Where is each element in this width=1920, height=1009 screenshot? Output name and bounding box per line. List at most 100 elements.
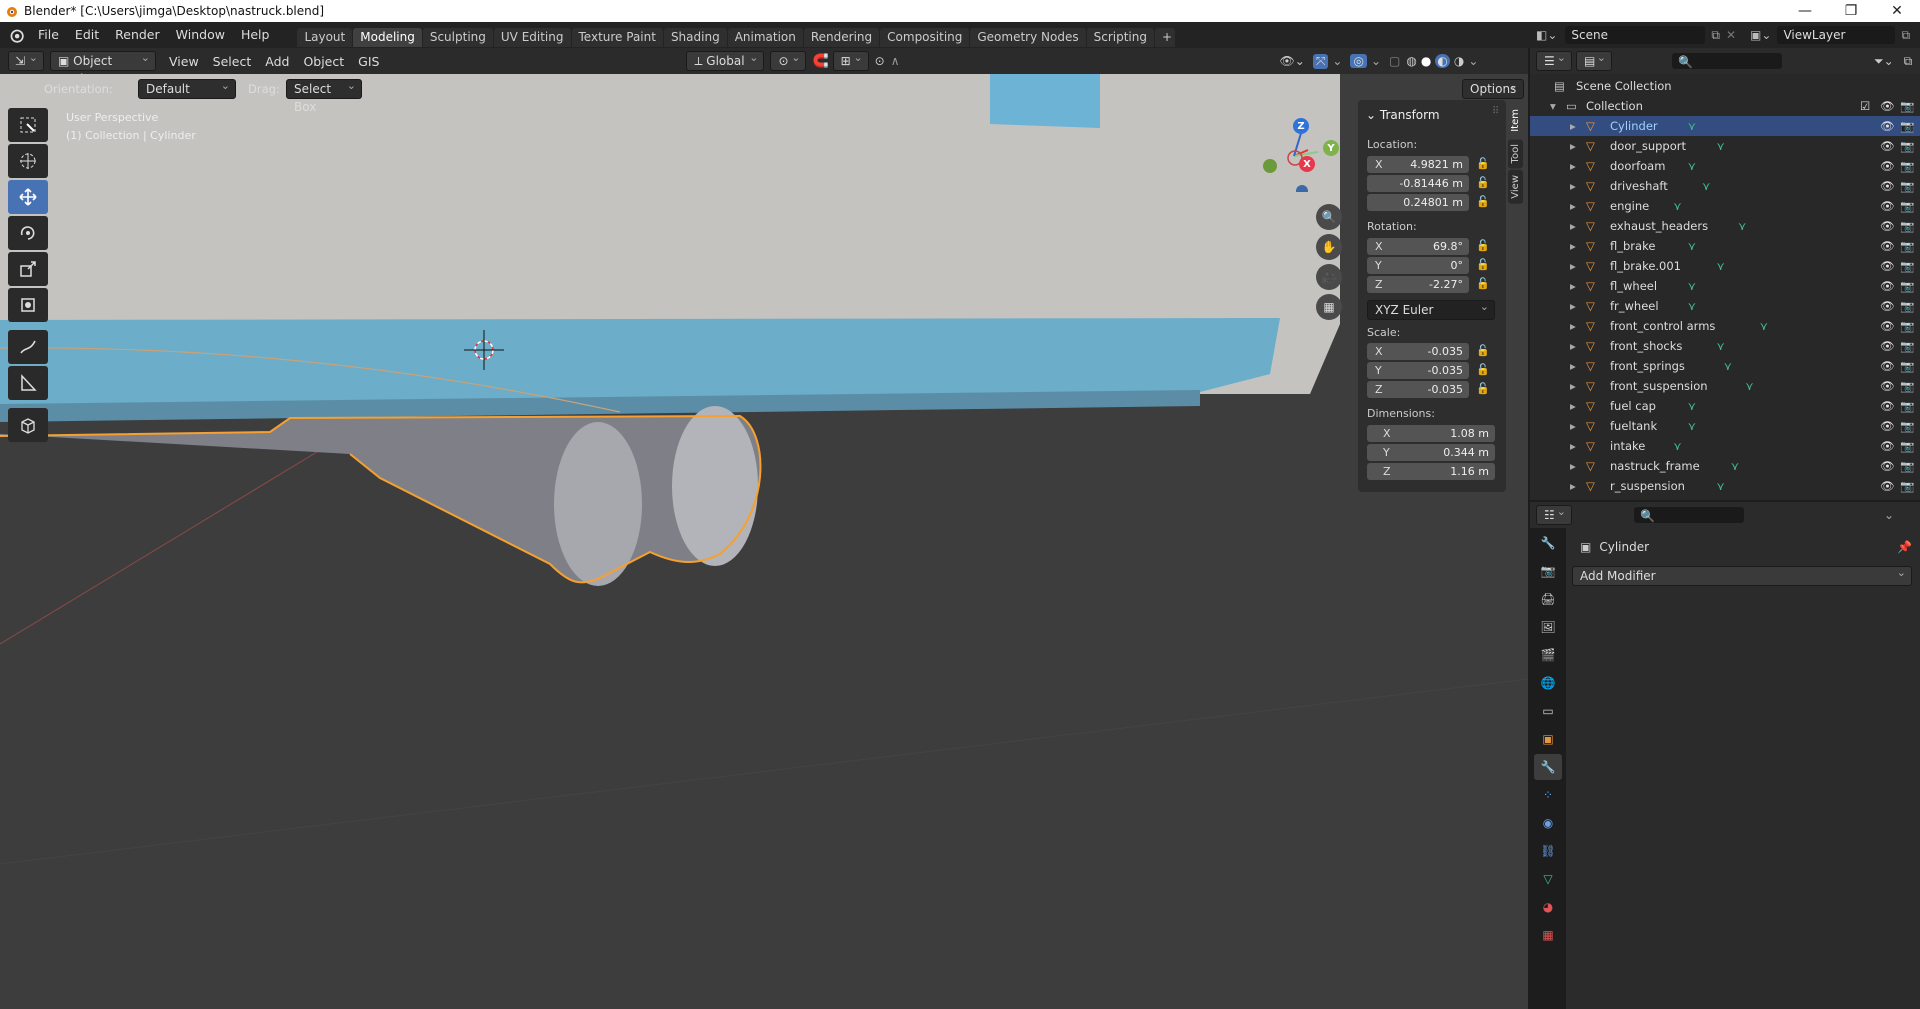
lock-icon[interactable]: 🔓 bbox=[1476, 176, 1490, 190]
properties-editor-type[interactable]: ☷ bbox=[1536, 503, 1572, 525]
tab-geometry-nodes[interactable]: Geometry Nodes bbox=[970, 27, 1086, 47]
transform-orientation-dropdown[interactable]: ⟂ Global bbox=[686, 49, 765, 71]
outliner-editor-type[interactable]: ☰ bbox=[1536, 49, 1572, 71]
visibility-icon[interactable]: 👁⌄ bbox=[1280, 54, 1305, 68]
scene-icon[interactable]: ◧⌄ bbox=[1536, 28, 1557, 42]
render-camera-icon[interactable]: 📷 bbox=[1900, 416, 1914, 436]
eye-icon[interactable]: 👁 bbox=[1880, 136, 1895, 156]
xray-icon[interactable]: ▢ bbox=[1389, 54, 1400, 68]
eye-icon[interactable]: 👁 bbox=[1880, 256, 1895, 276]
expand-arrow-icon[interactable]: ▸ bbox=[1570, 116, 1576, 136]
pivot-dropdown[interactable]: ⊙ bbox=[770, 49, 807, 71]
options-dropdown[interactable]: Options bbox=[1462, 77, 1524, 99]
outliner-item[interactable]: ▸ ▽ nastruck_frame ⋎ 👁 📷 bbox=[1530, 456, 1920, 476]
eye-icon[interactable]: 👁 bbox=[1880, 176, 1895, 196]
remove-scene-icon[interactable]: ✕ bbox=[1726, 28, 1736, 42]
expand-arrow-icon[interactable]: ▸ bbox=[1570, 236, 1576, 256]
dimensions-y-field[interactable]: Y 0.344 m bbox=[1367, 444, 1495, 461]
expand-arrow-icon[interactable]: ▸ bbox=[1570, 436, 1576, 456]
menu-render[interactable]: Render bbox=[107, 22, 168, 48]
render-camera-icon[interactable]: 📷 bbox=[1900, 216, 1914, 236]
location-y-field[interactable]: -0.81446 m bbox=[1367, 175, 1469, 192]
outliner-item[interactable]: ▸ ▽ front_springs ⋎ 👁 📷 bbox=[1530, 356, 1920, 376]
select-box-tool[interactable] bbox=[8, 108, 48, 142]
zoom-icon[interactable]: 🔍 bbox=[1316, 204, 1342, 230]
render-camera-icon[interactable]: 📷 bbox=[1900, 396, 1914, 416]
gizmo-y-axis[interactable]: Y bbox=[1323, 140, 1339, 156]
outliner-item[interactable]: ▸ ▽ doorfoam ⋎ 👁 📷 bbox=[1530, 156, 1920, 176]
lock-icon[interactable]: 🔓 bbox=[1476, 239, 1490, 253]
expand-arrow-icon[interactable]: ▸ bbox=[1570, 396, 1576, 416]
drag-dropdown[interactable]: Select Box bbox=[286, 77, 362, 114]
eye-icon[interactable]: 👁 bbox=[1880, 456, 1895, 476]
eye-icon[interactable]: 👁 bbox=[1880, 376, 1895, 396]
filter-icon[interactable]: ⏷⌄ bbox=[1874, 54, 1894, 69]
scale-y-field[interactable]: Y -0.035 bbox=[1367, 362, 1469, 379]
expand-arrow-icon[interactable]: ▸ bbox=[1570, 216, 1576, 236]
expand-arrow-icon[interactable]: ▸ bbox=[1570, 156, 1576, 176]
eye-icon[interactable]: 👁 bbox=[1880, 336, 1895, 356]
expand-arrow-icon[interactable]: ▸ bbox=[1570, 136, 1576, 156]
eye-icon[interactable]: 👁 bbox=[1880, 476, 1895, 496]
eye-icon[interactable]: 👁 bbox=[1880, 276, 1895, 296]
render-camera-icon[interactable]: 📷 bbox=[1900, 236, 1914, 256]
eye-icon[interactable]: 👁 bbox=[1880, 416, 1895, 436]
transform-tool[interactable] bbox=[8, 288, 48, 322]
scene-name-field[interactable]: Scene bbox=[1565, 26, 1706, 44]
annotate-tool[interactable] bbox=[8, 330, 48, 364]
render-camera-icon[interactable]: 📷 bbox=[1900, 116, 1914, 136]
output-props-tab[interactable]: 🖨 bbox=[1534, 586, 1562, 612]
properties-search-input[interactable]: 🔍 bbox=[1634, 507, 1744, 523]
rendered-shading-icon[interactable]: ◑ bbox=[1454, 54, 1464, 68]
eye-icon[interactable]: 👁 bbox=[1880, 296, 1895, 316]
tab-modeling[interactable]: Modeling bbox=[353, 27, 422, 47]
lock-icon[interactable]: 🔓 bbox=[1476, 195, 1490, 209]
render-camera-icon[interactable]: 📷 bbox=[1900, 296, 1914, 316]
outliner-item[interactable]: ▸ ▽ front_shocks ⋎ 👁 📷 bbox=[1530, 336, 1920, 356]
move-tool[interactable] bbox=[8, 180, 48, 214]
material-props-tab[interactable]: ◕ bbox=[1534, 894, 1562, 920]
viewlayer-name-field[interactable]: ViewLayer bbox=[1777, 26, 1896, 44]
menu-help[interactable]: Help bbox=[233, 22, 278, 48]
particles-props-tab[interactable]: ⁘ bbox=[1534, 782, 1562, 808]
eye-icon[interactable]: 👁 bbox=[1880, 356, 1895, 376]
tab-sculpting[interactable]: Sculpting bbox=[422, 27, 493, 47]
expand-arrow-icon[interactable]: ▸ bbox=[1570, 176, 1576, 196]
constraints-props-tab[interactable]: ⛓ bbox=[1534, 838, 1562, 864]
outliner-item[interactable]: ▸ ▽ exhaust_headers ⋎ 👁 📷 bbox=[1530, 216, 1920, 236]
add-workspace-button[interactable]: + bbox=[1154, 27, 1175, 47]
tab-view[interactable]: View bbox=[1508, 170, 1523, 204]
panel-grip-icon[interactable]: ⠿ bbox=[1492, 106, 1499, 117]
scale-z-field[interactable]: Z -0.035 bbox=[1367, 381, 1469, 398]
eye-icon[interactable]: 👁 bbox=[1880, 96, 1895, 116]
expand-arrow-icon[interactable]: ▾ bbox=[1550, 96, 1556, 116]
render-camera-icon[interactable]: 📷 bbox=[1900, 176, 1914, 196]
orientation-dropdown[interactable]: Default bbox=[138, 77, 236, 99]
outliner-item[interactable]: ▸ ▽ engine ⋎ 👁 📷 bbox=[1530, 196, 1920, 216]
tab-rendering[interactable]: Rendering bbox=[803, 27, 880, 47]
gizmo-z-axis[interactable]: Z bbox=[1293, 118, 1309, 134]
expand-arrow-icon[interactable]: ▸ bbox=[1570, 416, 1576, 436]
tab-animation[interactable]: Animation bbox=[727, 27, 803, 47]
ortho-grid-icon[interactable]: ▦ bbox=[1316, 294, 1342, 320]
menu-add[interactable]: Add bbox=[258, 54, 296, 69]
object-props-tab[interactable]: ▣ bbox=[1534, 726, 1562, 752]
menu-object[interactable]: Object bbox=[296, 54, 351, 69]
rotate-tool[interactable] bbox=[8, 216, 48, 250]
outliner-collection[interactable]: ▾ ▭ Collection ☑ 👁 📷 bbox=[1530, 96, 1920, 116]
new-viewlayer-icon[interactable]: ⧉ bbox=[1901, 28, 1910, 43]
render-camera-icon[interactable]: 📷 bbox=[1900, 356, 1914, 376]
location-z-field[interactable]: 0.24801 m bbox=[1367, 194, 1469, 211]
tab-layout[interactable]: Layout bbox=[297, 27, 353, 47]
render-camera-icon[interactable]: 📷 bbox=[1900, 336, 1914, 356]
mode-dropdown[interactable]: ▣ Object Mode bbox=[50, 49, 156, 86]
expand-arrow-icon[interactable]: ▸ bbox=[1570, 476, 1576, 496]
pan-hand-icon[interactable]: ✋ bbox=[1316, 234, 1342, 260]
render-camera-icon[interactable]: 📷 bbox=[1900, 316, 1914, 336]
scale-tool[interactable] bbox=[8, 252, 48, 286]
solid-shading-icon[interactable]: ● bbox=[1421, 54, 1431, 68]
scale-x-field[interactable]: X -0.035 bbox=[1367, 343, 1469, 360]
expand-arrow-icon[interactable]: ▸ bbox=[1570, 276, 1576, 296]
outliner-item[interactable]: ▸ ▽ fr_wheel ⋎ 👁 📷 bbox=[1530, 296, 1920, 316]
lock-icon[interactable]: 🔓 bbox=[1476, 344, 1490, 358]
